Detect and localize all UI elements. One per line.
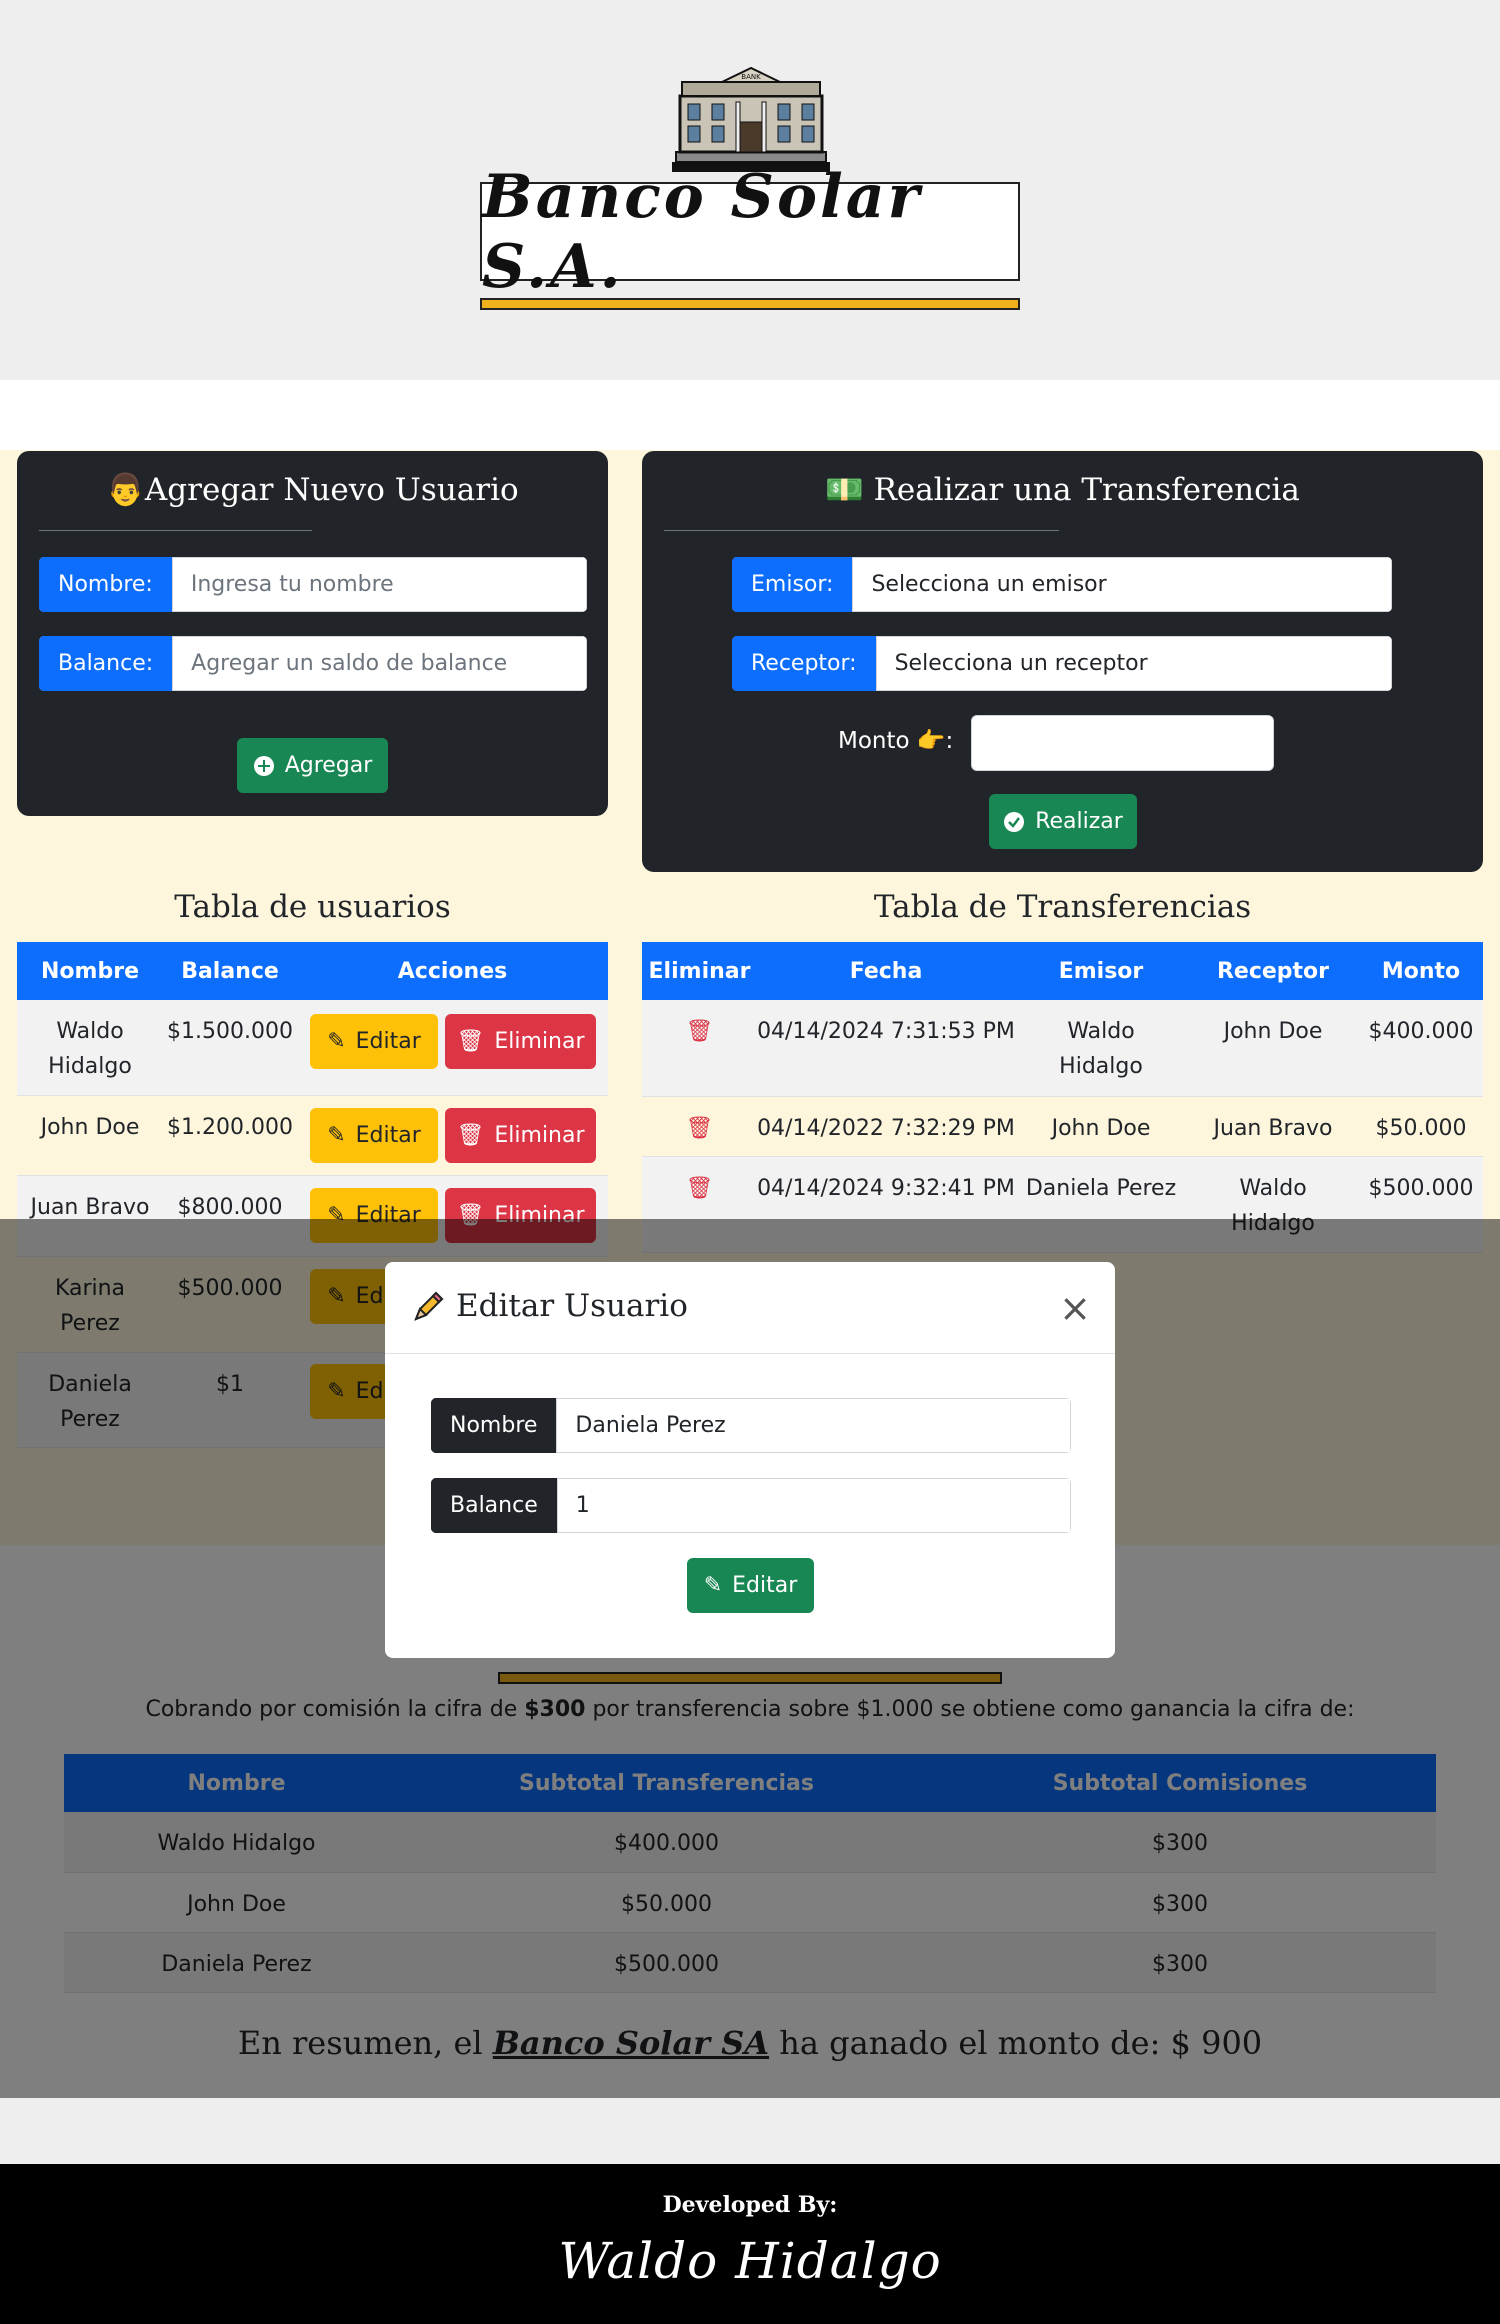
column-header-balance: Balance (163, 942, 297, 1000)
pencil-icon (414, 1291, 444, 1321)
check-circle-icon (1004, 811, 1025, 832)
transfer-amount: $400.000 (1359, 1000, 1483, 1097)
name-input[interactable]: Ingresa tu nombre (171, 557, 587, 612)
transfer-receiver: Juan Bravo (1187, 1096, 1359, 1157)
transfer-submit-label: Realizar (1035, 809, 1123, 834)
user-name: John Doe (17, 1095, 163, 1176)
table-row: 🗑 04/14/2024 7:31:53 PM Waldo Hidalgo Jo… (642, 1000, 1483, 1097)
logo-underline-bar (480, 298, 1020, 310)
balance-input-group: Balance: Agregar un saldo de balance (39, 636, 587, 691)
balance-input[interactable]: Agregar un saldo de balance (172, 636, 587, 691)
column-header-date: Fecha (757, 942, 1015, 1000)
column-header-delete: Eliminar (642, 942, 757, 1000)
receiver-select[interactable]: Selecciona un receptor (875, 636, 1392, 691)
person-icon: 👨 (106, 472, 145, 508)
pencil-icon: ✎ (703, 1573, 723, 1598)
user-balance: $1.500.000 (163, 1000, 297, 1096)
modal-name-label: Nombre (431, 1398, 557, 1453)
transfer-amount: $50.000 (1359, 1096, 1483, 1157)
delete-transfer-icon[interactable]: 🗑 (642, 1096, 757, 1157)
users-table-title: Tabla de usuarios (174, 889, 451, 925)
money-icon: 💵 (825, 472, 864, 508)
transfer-sender: John Doe (1015, 1096, 1187, 1157)
pencil-icon: ✎ (327, 1029, 346, 1054)
trash-icon: 🗑 (456, 1123, 485, 1148)
sender-label: Emisor: (732, 557, 853, 612)
edit-user-button[interactable]: ✎Editar (310, 1108, 438, 1163)
column-header-sender: Emisor (1015, 942, 1187, 1000)
modal-balance-label: Balance (431, 1478, 557, 1533)
modal-title: Editar Usuario (412, 1288, 688, 1324)
amount-input[interactable] (971, 715, 1274, 771)
balance-label: Balance: (39, 636, 173, 691)
bank-building-icon: BANK (672, 66, 830, 172)
add-user-panel: 👨Agregar Nuevo Usuario Nombre: Ingresa t… (17, 451, 608, 816)
add-user-button-label: Agregar (284, 753, 373, 778)
transfer-date: 04/14/2024 7:31:53 PM (757, 1000, 1015, 1097)
plus-circle-icon (253, 755, 274, 776)
pointing-hand-icon: 👉 (916, 728, 946, 754)
pencil-icon: ✎ (327, 1123, 346, 1148)
column-header-name: Nombre (17, 942, 163, 1000)
page-header: BANK Banco Solar S.A. (0, 0, 1500, 380)
add-user-title: 👨Agregar Nuevo Usuario (106, 472, 519, 508)
column-header-actions: Acciones (297, 942, 608, 1000)
modal-balance-input[interactable]: 1 (556, 1478, 1071, 1533)
receiver-select-group: Receptor: Selecciona un receptor (732, 636, 1392, 691)
amount-label: Monto 👉: (838, 728, 954, 754)
modal-edit-button[interactable]: ✎ Editar (687, 1558, 814, 1613)
modal-name-input[interactable]: Daniela Perez (556, 1398, 1071, 1453)
modal-balance-group: Balance 1 (431, 1478, 1071, 1533)
name-input-group: Nombre: Ingresa tu nombre (39, 557, 587, 612)
transfer-sender: Waldo Hidalgo (1015, 1000, 1187, 1097)
bank-logo-text: Banco Solar S.A. (482, 161, 923, 302)
delete-user-button[interactable]: 🗑 Eliminar (445, 1108, 596, 1163)
trash-icon: 🗑 (456, 1029, 485, 1054)
edit-user-button[interactable]: ✎Editar (310, 1014, 438, 1069)
divider (39, 530, 312, 531)
spacer (0, 2098, 1500, 2164)
table-row: 🗑 04/14/2022 7:32:29 PM John Doe Juan Br… (642, 1096, 1483, 1157)
sender-select-group: Emisor: Selecciona un emisor (732, 557, 1392, 612)
sender-select[interactable]: Selecciona un emisor (852, 557, 1392, 612)
developer-signature: Waldo Hidalgo (558, 2232, 942, 2290)
delete-transfer-icon[interactable]: 🗑 (642, 1000, 757, 1097)
user-balance: $1.200.000 (163, 1095, 297, 1176)
edit-user-modal: Editar Usuario × Nombre Daniela Perez Ba… (385, 1262, 1115, 1658)
modal-header: Editar Usuario × (385, 1262, 1115, 1354)
close-icon[interactable]: × (1055, 1288, 1095, 1328)
transfer-title: 💵 Realizar una Transferencia (825, 472, 1300, 508)
column-header-amount: Monto (1359, 942, 1483, 1000)
transfer-date: 04/14/2022 7:32:29 PM (757, 1096, 1015, 1157)
transfers-table: Eliminar Fecha Emisor Receptor Monto 🗑 0… (642, 942, 1483, 1253)
transfers-table-title: Tabla de Transferencias (873, 889, 1252, 925)
svg-text:BANK: BANK (741, 73, 761, 81)
receiver-label: Receptor: (732, 636, 876, 691)
page-footer: Developed By: Waldo Hidalgo (0, 2164, 1500, 2324)
user-name: Waldo Hidalgo (17, 1000, 163, 1096)
bank-logo: Banco Solar S.A. (480, 162, 1020, 302)
column-header-receiver: Receptor (1187, 942, 1359, 1000)
divider (664, 530, 1059, 531)
delete-user-button[interactable]: 🗑 Eliminar (445, 1014, 596, 1069)
transfer-receiver: John Doe (1187, 1000, 1359, 1097)
transfer-panel: 💵 Realizar una Transferencia Emisor: Sel… (642, 451, 1483, 872)
transfer-submit-button[interactable]: Realizar (989, 794, 1137, 849)
developed-by-label: Developed By: (662, 2192, 838, 2218)
name-label: Nombre: (39, 557, 172, 612)
modal-name-group: Nombre Daniela Perez (431, 1398, 1071, 1453)
add-user-button[interactable]: Agregar (237, 738, 388, 793)
